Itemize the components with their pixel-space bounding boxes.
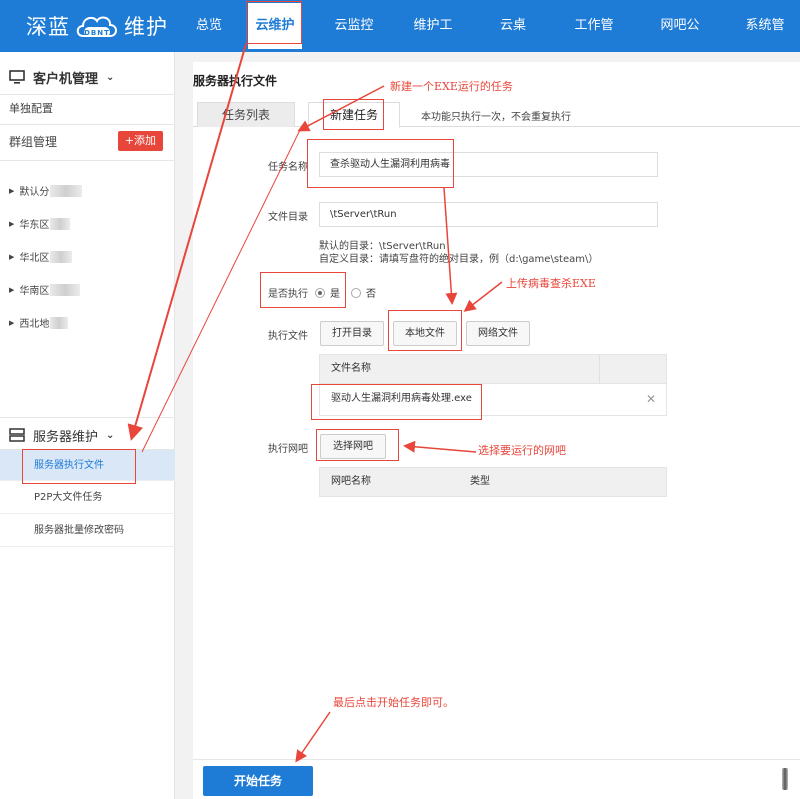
file-name-cell: 驱动人生漏洞利用病毒处理.exe: [331, 393, 472, 404]
nav-overview[interactable]: 总览: [194, 0, 224, 52]
blurred-region: [50, 250, 73, 263]
execute-label: 是否执行: [268, 289, 308, 300]
client-management-header[interactable]: 客户机管理 ⌄: [0, 66, 175, 88]
annotation-new-exe-task: 新建一个EXE运行的任务: [390, 80, 513, 93]
group-label: 西北地: [19, 319, 50, 330]
network-file-button[interactable]: 网络文件: [466, 321, 530, 346]
main-content: 服务器执行文件 任务列表 新建任务 本功能只执行一次，不会重复执行 任务名称 查…: [193, 62, 800, 799]
single-config-label: 单独配置: [9, 102, 53, 115]
no-label: 否: [366, 289, 376, 300]
yes-label: 是: [330, 289, 340, 300]
monitor-icon: [9, 70, 25, 84]
tab-note: 本功能只执行一次，不会重复执行: [421, 112, 571, 123]
p2p-large-file-item[interactable]: P2P大文件任务: [0, 482, 175, 514]
server-icon: [9, 428, 25, 442]
tab-task-list[interactable]: 任务列表: [197, 102, 295, 127]
top-nav-bar: 深蓝 DBNT 维护 总览 云维护 云监控 维护工具 云桌面 工作管理 网吧公告…: [0, 0, 800, 85]
chevron-down-icon: ⌄: [106, 429, 115, 441]
nav-cloud-monitor[interactable]: 云监控: [334, 0, 374, 52]
open-dir-button[interactable]: 打开目录: [320, 321, 384, 346]
task-name-input[interactable]: 查杀驱动人生漏洞利用病毒: [319, 152, 658, 177]
group-label: 华北区: [19, 253, 50, 264]
group-item[interactable]: ▶ 默认分: [9, 183, 83, 198]
annotation-upload-exe: 上传病毒查杀EXE: [506, 277, 596, 290]
nav-maintenance-tools[interactable]: 维护工具: [408, 0, 458, 85]
group-manage-label: 群组管理: [9, 135, 58, 149]
server-execute-file-item[interactable]: 服务器执行文件: [0, 449, 175, 481]
caret-right-icon: ▶: [9, 252, 15, 261]
nav-cloud-maintenance[interactable]: 云维护: [248, 3, 302, 49]
nav-netbar-announcement[interactable]: 网吧公告: [655, 0, 705, 85]
blurred-region: [50, 316, 69, 329]
divider: [0, 160, 175, 161]
blurred-region: [50, 184, 83, 197]
group-item[interactable]: ▶ 华南区: [9, 282, 81, 297]
caret-right-icon: ▶: [9, 285, 15, 294]
server-maintenance-title: 服务器维护: [33, 429, 99, 445]
footer-bar: 开始任务: [193, 759, 800, 799]
exec-netbar-label: 执行网吧: [268, 444, 308, 455]
task-name-label: 任务名称: [268, 162, 308, 173]
group-item[interactable]: ▶ 西北地: [9, 315, 69, 330]
caret-right-icon: ▶: [9, 318, 15, 327]
nav-system-management[interactable]: 系统管理: [740, 0, 790, 85]
blurred-region: [50, 217, 71, 230]
nav-work-management[interactable]: 工作管理: [569, 0, 619, 85]
brand-text-right: 维护: [124, 15, 168, 39]
annotation-select-netbar: 选择要运行的网吧: [478, 444, 566, 457]
brand-badge: DBNT: [84, 29, 110, 37]
netbar-type-column: 类型: [470, 476, 490, 487]
select-netbar-button[interactable]: 选择网吧: [320, 434, 386, 459]
group-item[interactable]: ▶ 华东区: [9, 216, 71, 231]
single-config-item[interactable]: 单独配置: [0, 94, 175, 124]
file-dir-label: 文件目录: [268, 212, 308, 223]
file-table-row: 驱动人生漏洞利用病毒处理.exe ✕: [319, 384, 667, 416]
caret-right-icon: ▶: [9, 219, 15, 228]
start-task-button[interactable]: 开始任务: [203, 766, 313, 796]
server-maintenance-header[interactable]: 服务器维护 ⌄: [0, 424, 175, 446]
nav-cloud-desktop[interactable]: 云桌面: [494, 0, 532, 85]
add-group-button[interactable]: +添加: [117, 131, 163, 151]
file-dir-input[interactable]: \tServer\tRun: [319, 202, 658, 227]
column-divider: [599, 355, 600, 383]
scroll-handle[interactable]: [782, 768, 788, 790]
divider: [0, 417, 175, 418]
brand-text-left: 深蓝: [26, 15, 70, 39]
caret-right-icon: ▶: [9, 186, 15, 195]
page-title: 服务器执行文件: [193, 74, 278, 88]
group-label: 华东区: [19, 220, 50, 231]
file-name-column: 文件名称: [331, 363, 371, 374]
exec-file-label: 执行文件: [268, 331, 308, 342]
chevron-down-icon: ⌄: [106, 71, 115, 83]
tab-new-task[interactable]: 新建任务: [308, 102, 400, 128]
custom-dir-hint: 自定义目录：请填写盘符的绝对目录，例（d:\game\steam\）: [319, 254, 599, 265]
radio-checked-icon: [315, 287, 325, 298]
blurred-region: [50, 283, 81, 296]
server-batch-password-item[interactable]: 服务器批量修改密码: [0, 515, 175, 547]
execute-yes-radio[interactable]: 是: [315, 285, 340, 300]
group-label: 华南区: [19, 286, 50, 297]
radio-unchecked-icon: [351, 287, 361, 298]
brand-logo: 深蓝 DBNT 维护: [26, 10, 168, 42]
cloud-logo-icon: DBNT: [76, 16, 117, 37]
file-table-header: 文件名称: [319, 354, 667, 384]
remove-file-icon[interactable]: ✕: [646, 384, 656, 414]
netbar-name-column: 网吧名称: [331, 476, 371, 487]
annotation-finally-start: 最后点击开始任务即可。: [333, 696, 454, 709]
group-item[interactable]: ▶ 华北区: [9, 249, 73, 264]
execute-no-radio[interactable]: 否: [351, 285, 376, 300]
default-dir-hint: 默认的目录：\tServer\tRun: [319, 241, 446, 252]
sidebar: 客户机管理 ⌄ 单独配置 群组管理 +添加 ▶ 默认分 ▶ 华东区 ▶ 华北区 ▶ 华南…: [0, 52, 175, 799]
group-label: 默认分: [19, 187, 50, 198]
netbar-table-header: 网吧名称 类型: [319, 467, 667, 497]
local-file-button[interactable]: 本地文件: [393, 321, 457, 346]
group-manage-row: 群组管理 +添加: [0, 124, 175, 160]
client-management-title: 客户机管理: [33, 71, 99, 87]
